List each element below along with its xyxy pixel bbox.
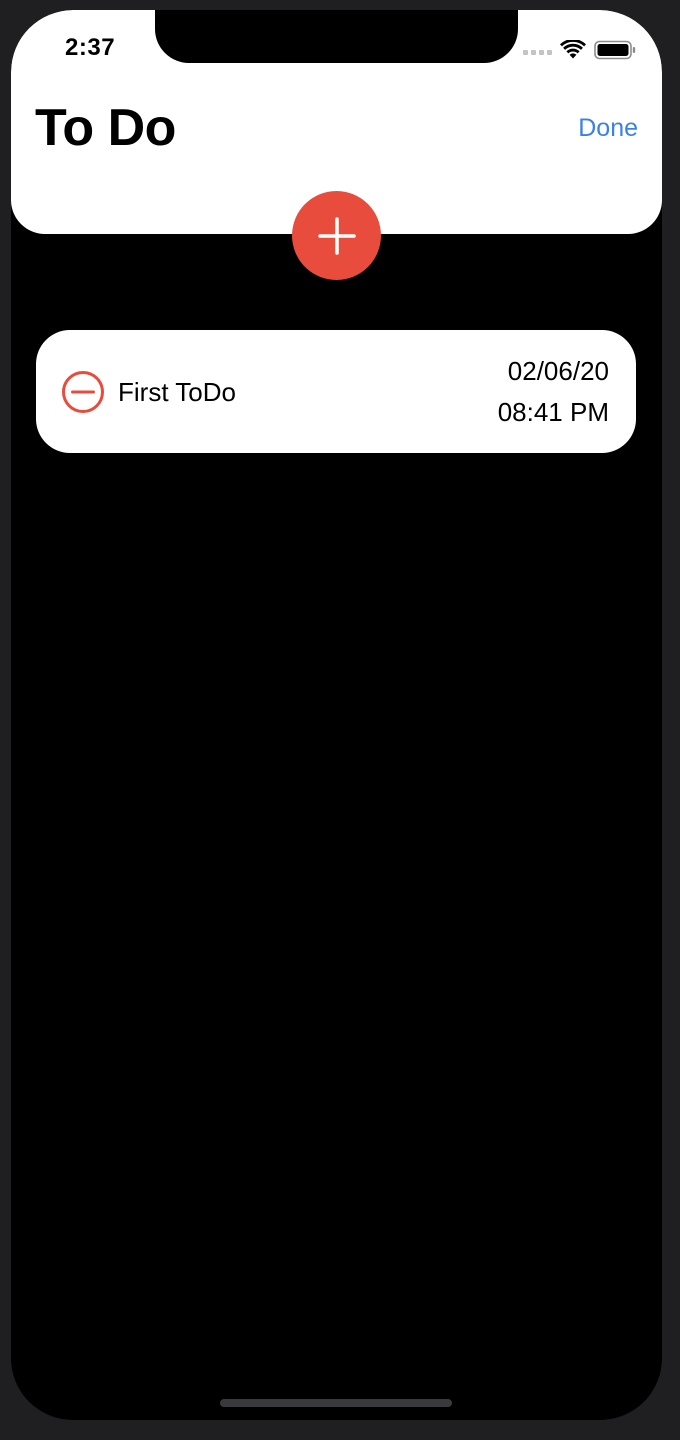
device-frame: 2:37 To Do Done First ToDo 02/06/20 08:4…	[0, 0, 680, 1440]
delete-todo-button[interactable]	[61, 370, 105, 414]
screen: 2:37 To Do Done First ToDo 02/06/20 08:4…	[11, 10, 662, 1420]
add-todo-button[interactable]	[292, 191, 381, 280]
cellular-signal-icon	[523, 45, 552, 55]
minus-circle-icon	[62, 371, 104, 413]
home-indicator[interactable]	[220, 1399, 452, 1407]
notch	[155, 10, 518, 63]
plus-icon	[317, 216, 356, 255]
battery-icon	[594, 40, 636, 60]
wifi-icon	[560, 40, 586, 59]
status-time: 2:37	[65, 34, 116, 61]
todo-time: 08:41 PM	[497, 397, 609, 427]
todo-title: First ToDo	[118, 377, 236, 407]
done-button[interactable]: Done	[578, 114, 638, 143]
status-icons	[523, 38, 636, 62]
todo-date: 02/06/20	[507, 356, 609, 386]
page-title: To Do	[35, 99, 176, 157]
todo-item[interactable]: First ToDo 02/06/20 08:41 PM	[36, 330, 636, 453]
